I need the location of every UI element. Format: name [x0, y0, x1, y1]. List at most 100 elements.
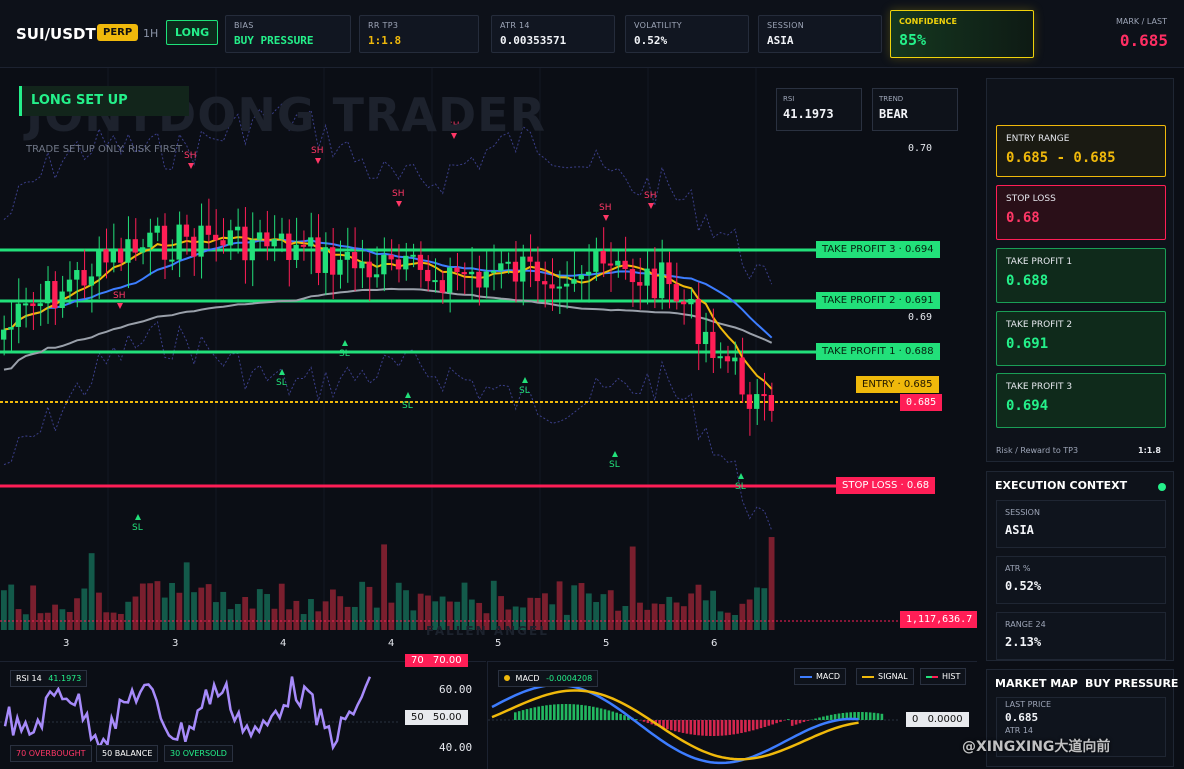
exec-session-card: SESSION ASIA	[996, 500, 1166, 548]
macd-hist-bar	[533, 707, 537, 720]
rsi-mini-label: RSI	[783, 95, 795, 103]
macd-hist-bar	[748, 720, 751, 732]
volume-bar	[88, 553, 95, 630]
timeframe-label[interactable]: 1H	[143, 27, 158, 40]
candle-body	[147, 232, 153, 248]
macd-key-label: MACD	[816, 672, 840, 681]
tp1-value: 0.688	[1006, 273, 1049, 289]
macd-hist-bar	[603, 709, 607, 720]
top-bar: SUI/USDT PERP 1H LONG BIAS BUY PRESSURE …	[0, 0, 1184, 68]
candle-body	[322, 247, 329, 273]
rsi-panel: RSI 14 41.1973 70 70.00 60.00 50 50.00 4…	[0, 654, 486, 769]
candle-body	[578, 274, 584, 280]
map-atr-label: ATR 14	[1005, 726, 1034, 735]
volume-bar	[198, 587, 205, 630]
macd-key[interactable]: MACD	[794, 668, 846, 685]
volume-bar	[271, 608, 278, 630]
atr-label: ATR 14	[500, 21, 530, 30]
macd-hist-bar	[607, 710, 611, 720]
swing-high-arrow-icon	[315, 158, 321, 164]
candle-body	[512, 261, 519, 282]
candle-body	[264, 232, 270, 247]
stop-loss-card[interactable]: STOP LOSS 0.68	[996, 185, 1166, 240]
volume-bar	[746, 599, 753, 630]
candle-body	[154, 225, 160, 233]
macd-hist-bar	[556, 704, 560, 720]
macd-hist-bar	[833, 714, 837, 720]
volume-bar	[585, 593, 592, 630]
volume-bar	[183, 562, 190, 630]
macd-hist-bar	[790, 720, 794, 726]
macd-hist-bar	[814, 718, 817, 720]
candle-body	[505, 261, 511, 264]
candle-body	[534, 261, 541, 282]
macd-dot-icon	[504, 675, 510, 681]
volume-bar	[30, 585, 37, 630]
volume-bar	[205, 584, 212, 630]
rr-value: 1:1.8	[368, 34, 402, 47]
macd-hist-bar	[732, 720, 735, 735]
tp2-card[interactable]: TAKE PROFIT 2 0.691	[996, 311, 1166, 366]
confidence-label: CONFIDENCE	[899, 17, 957, 26]
volume-bar	[96, 592, 102, 630]
macd-hist-bar	[716, 720, 720, 736]
macd-hist-bar	[744, 720, 747, 733]
volume-bar	[125, 601, 132, 630]
volume-bar	[549, 604, 556, 630]
macd-legend: MACD -0.0004208	[498, 670, 599, 687]
trend-mini-label: TREND	[879, 95, 904, 103]
chart-grid	[107, 68, 757, 630]
credit-watermark: @XINGXING大道向前	[962, 739, 1111, 755]
macd-hist-bar	[759, 720, 763, 729]
tp3-value: 0.694	[1006, 398, 1049, 414]
candle-body	[651, 268, 658, 299]
signal-key[interactable]: SIGNAL	[856, 668, 914, 685]
macd-hist-bar	[514, 712, 517, 720]
volume-bar	[578, 583, 585, 630]
symbol-pair[interactable]: SUI/USDT	[16, 25, 96, 43]
volume-bar	[37, 613, 44, 630]
overbought-chip: 70 OVERBOUGHT	[10, 745, 92, 762]
tp2-value: 0.691	[1006, 336, 1049, 352]
candle-body	[300, 244, 307, 247]
x-label: 3	[172, 638, 179, 649]
rr-footer-label: Risk / Reward to TP3	[996, 446, 1079, 455]
candle-body	[381, 254, 387, 275]
swing-low-arrow-icon	[738, 473, 744, 479]
swing-markers: SHSH SHSHSHSHSHSLSLSLSLSLSLSL	[113, 121, 746, 533]
volume-bar	[256, 589, 263, 630]
entry-tag: ENTRY · 0.685	[856, 376, 939, 393]
rr-label: RR TP3	[368, 21, 399, 30]
volume-bar	[249, 608, 256, 630]
candle-body	[629, 269, 636, 283]
macd-hist-bar	[740, 720, 743, 734]
macd-hist-bar	[826, 715, 829, 720]
last-price-tag: 0.685	[900, 394, 943, 411]
swing-low-label: SL	[735, 482, 746, 492]
macd-hist-bar	[560, 704, 564, 720]
candle-body	[593, 250, 599, 272]
price-chart[interactable]: SHSH SHSHSHSHSHSLSLSLSLSLSLSL	[0, 68, 977, 660]
volume-bar	[556, 581, 563, 630]
last-price-label: LAST PRICE	[1005, 700, 1052, 709]
hist-key[interactable]: HIST	[920, 668, 967, 685]
macd-hist-bar	[751, 720, 755, 731]
swing-high-arrow-icon	[648, 203, 654, 209]
volume-bar	[754, 587, 760, 630]
tp3-card[interactable]: TAKE PROFIT 3 0.694	[996, 373, 1166, 428]
macd-panel: MACD -0.0004208 MACD SIGNAL HIST 0 0.000…	[487, 661, 977, 769]
entry-range-card[interactable]: ENTRY RANGE 0.685 - 0.685	[996, 125, 1166, 177]
candle-body	[234, 226, 241, 231]
volume-bar	[680, 606, 687, 630]
macd-hist-bar	[794, 720, 798, 725]
macd-hist-bar	[779, 720, 782, 722]
rsi-legend-label: RSI 14	[16, 674, 42, 683]
tp2-label: TAKE PROFIT 2	[1006, 320, 1073, 330]
tp1-card[interactable]: TAKE PROFIT 1 0.688	[996, 248, 1166, 303]
swing-high-label: SH	[599, 203, 611, 213]
macd-hist-bar	[689, 720, 693, 735]
macd-hist-bar	[529, 708, 533, 720]
candle-body	[308, 237, 314, 247]
candle-body	[468, 271, 475, 275]
swing-high-arrow-icon	[396, 201, 402, 207]
